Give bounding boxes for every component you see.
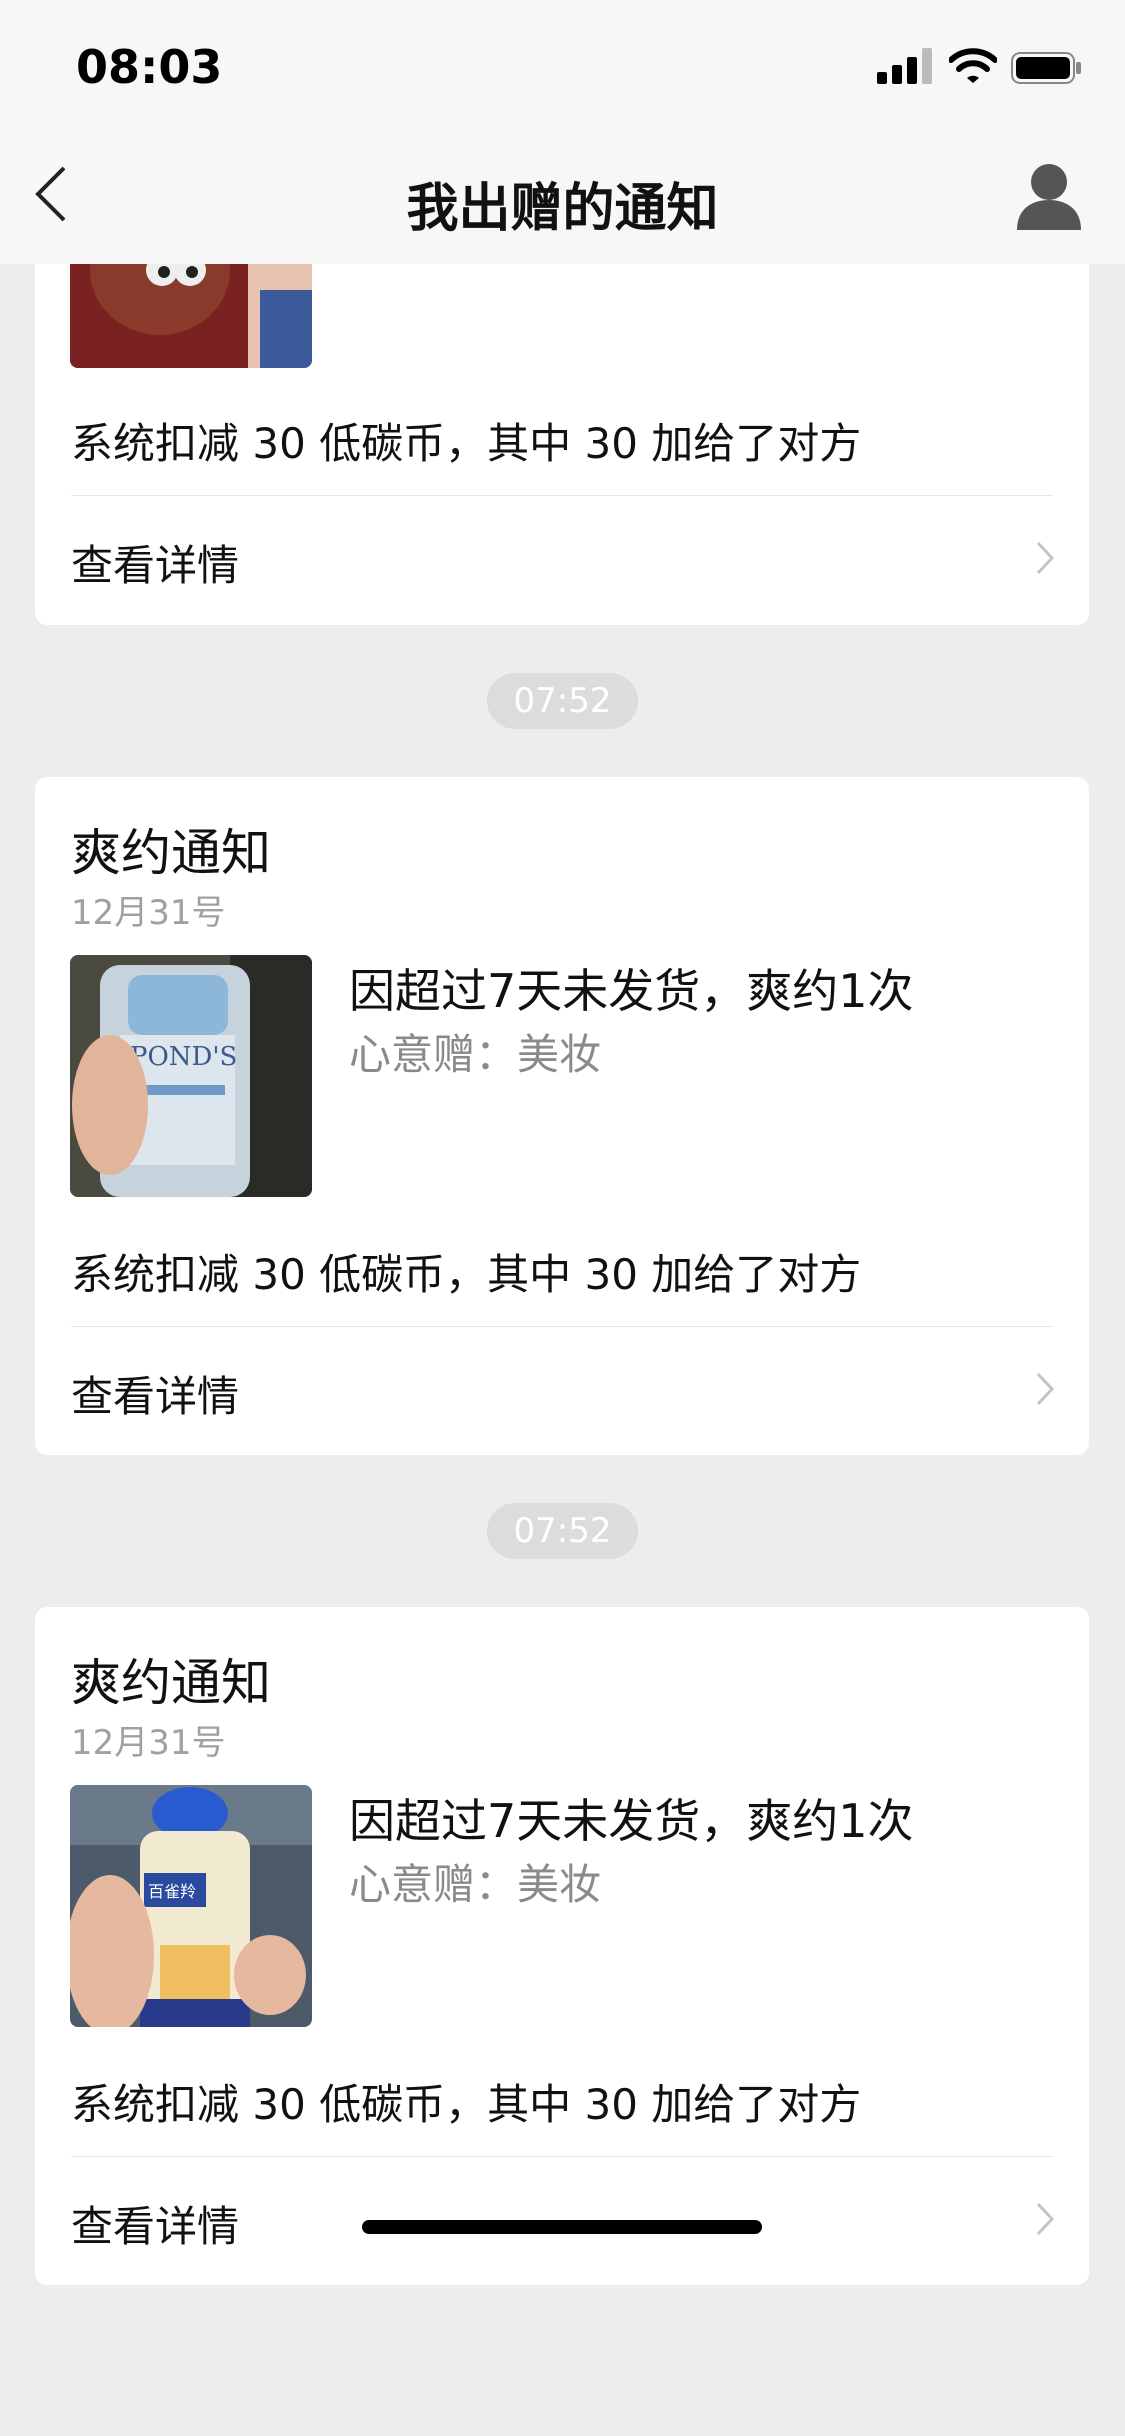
top-bar: 08:03 我出赠的通知 bbox=[0, 0, 1125, 264]
item-title: 因超过7天未发货，爽约1次 bbox=[349, 1794, 914, 1848]
product-thumbnail[interactable]: 百雀羚 bbox=[70, 1785, 312, 2027]
view-details-link[interactable]: 查看详情 bbox=[71, 1363, 239, 1424]
chevron-right-icon[interactable] bbox=[1035, 2201, 1055, 2237]
timestamp-pill: 07:52 bbox=[487, 1503, 638, 1559]
notification-card: 爽约通知 12月31号 百雀羚 因超过7天未发货，爽约1次 心意赠：美妆 系统扣… bbox=[35, 1607, 1089, 2285]
item-subtitle: 心意赠：美妆 bbox=[349, 1030, 602, 1079]
view-details-link[interactable]: 查看详情 bbox=[71, 2193, 239, 2254]
item-title: 因超过7天未发货，爽约1次 bbox=[349, 964, 914, 1018]
card-date: 12月31号 bbox=[71, 893, 226, 933]
system-deduction-text: 系统扣减 30 低碳币，其中 30 加给了对方 bbox=[71, 2080, 862, 2129]
timestamp-pill: 07:52 bbox=[487, 673, 638, 729]
product-thumbnail[interactable]: POND'S bbox=[70, 955, 312, 1197]
wifi-icon bbox=[949, 48, 997, 83]
cellular-signal-icon bbox=[877, 48, 932, 84]
notification-card: 爽约通知 12月31号 POND'S 因超过7天未发货，爽约1次 心意赠：美妆 … bbox=[35, 777, 1089, 1455]
divider bbox=[71, 495, 1053, 496]
card-date: 12月31号 bbox=[71, 1723, 226, 1763]
divider bbox=[71, 1326, 1053, 1327]
svg-text:百雀羚: 百雀羚 bbox=[148, 1882, 196, 1901]
chevron-right-icon[interactable] bbox=[1035, 1371, 1055, 1407]
view-details-link[interactable]: 查看详情 bbox=[71, 532, 239, 593]
home-indicator[interactable] bbox=[362, 2220, 762, 2234]
system-deduction-text: 系统扣减 30 低碳币，其中 30 加给了对方 bbox=[71, 419, 862, 468]
system-deduction-text: 系统扣减 30 低碳币，其中 30 加给了对方 bbox=[71, 1250, 862, 1299]
battery-icon bbox=[1011, 52, 1081, 84]
chevron-right-icon[interactable] bbox=[1035, 540, 1055, 576]
divider bbox=[71, 2156, 1053, 2157]
profile-icon[interactable] bbox=[1013, 160, 1085, 232]
card-title: 爽约通知 bbox=[71, 1654, 271, 1712]
status-time: 08:03 bbox=[76, 40, 223, 94]
page-title: 我出赠的通知 bbox=[406, 179, 719, 239]
item-subtitle: 心意赠：美妆 bbox=[349, 1860, 602, 1909]
svg-text:POND'S: POND'S bbox=[130, 1042, 237, 1072]
status-icons bbox=[863, 48, 1083, 88]
card-title: 爽约通知 bbox=[71, 824, 271, 882]
